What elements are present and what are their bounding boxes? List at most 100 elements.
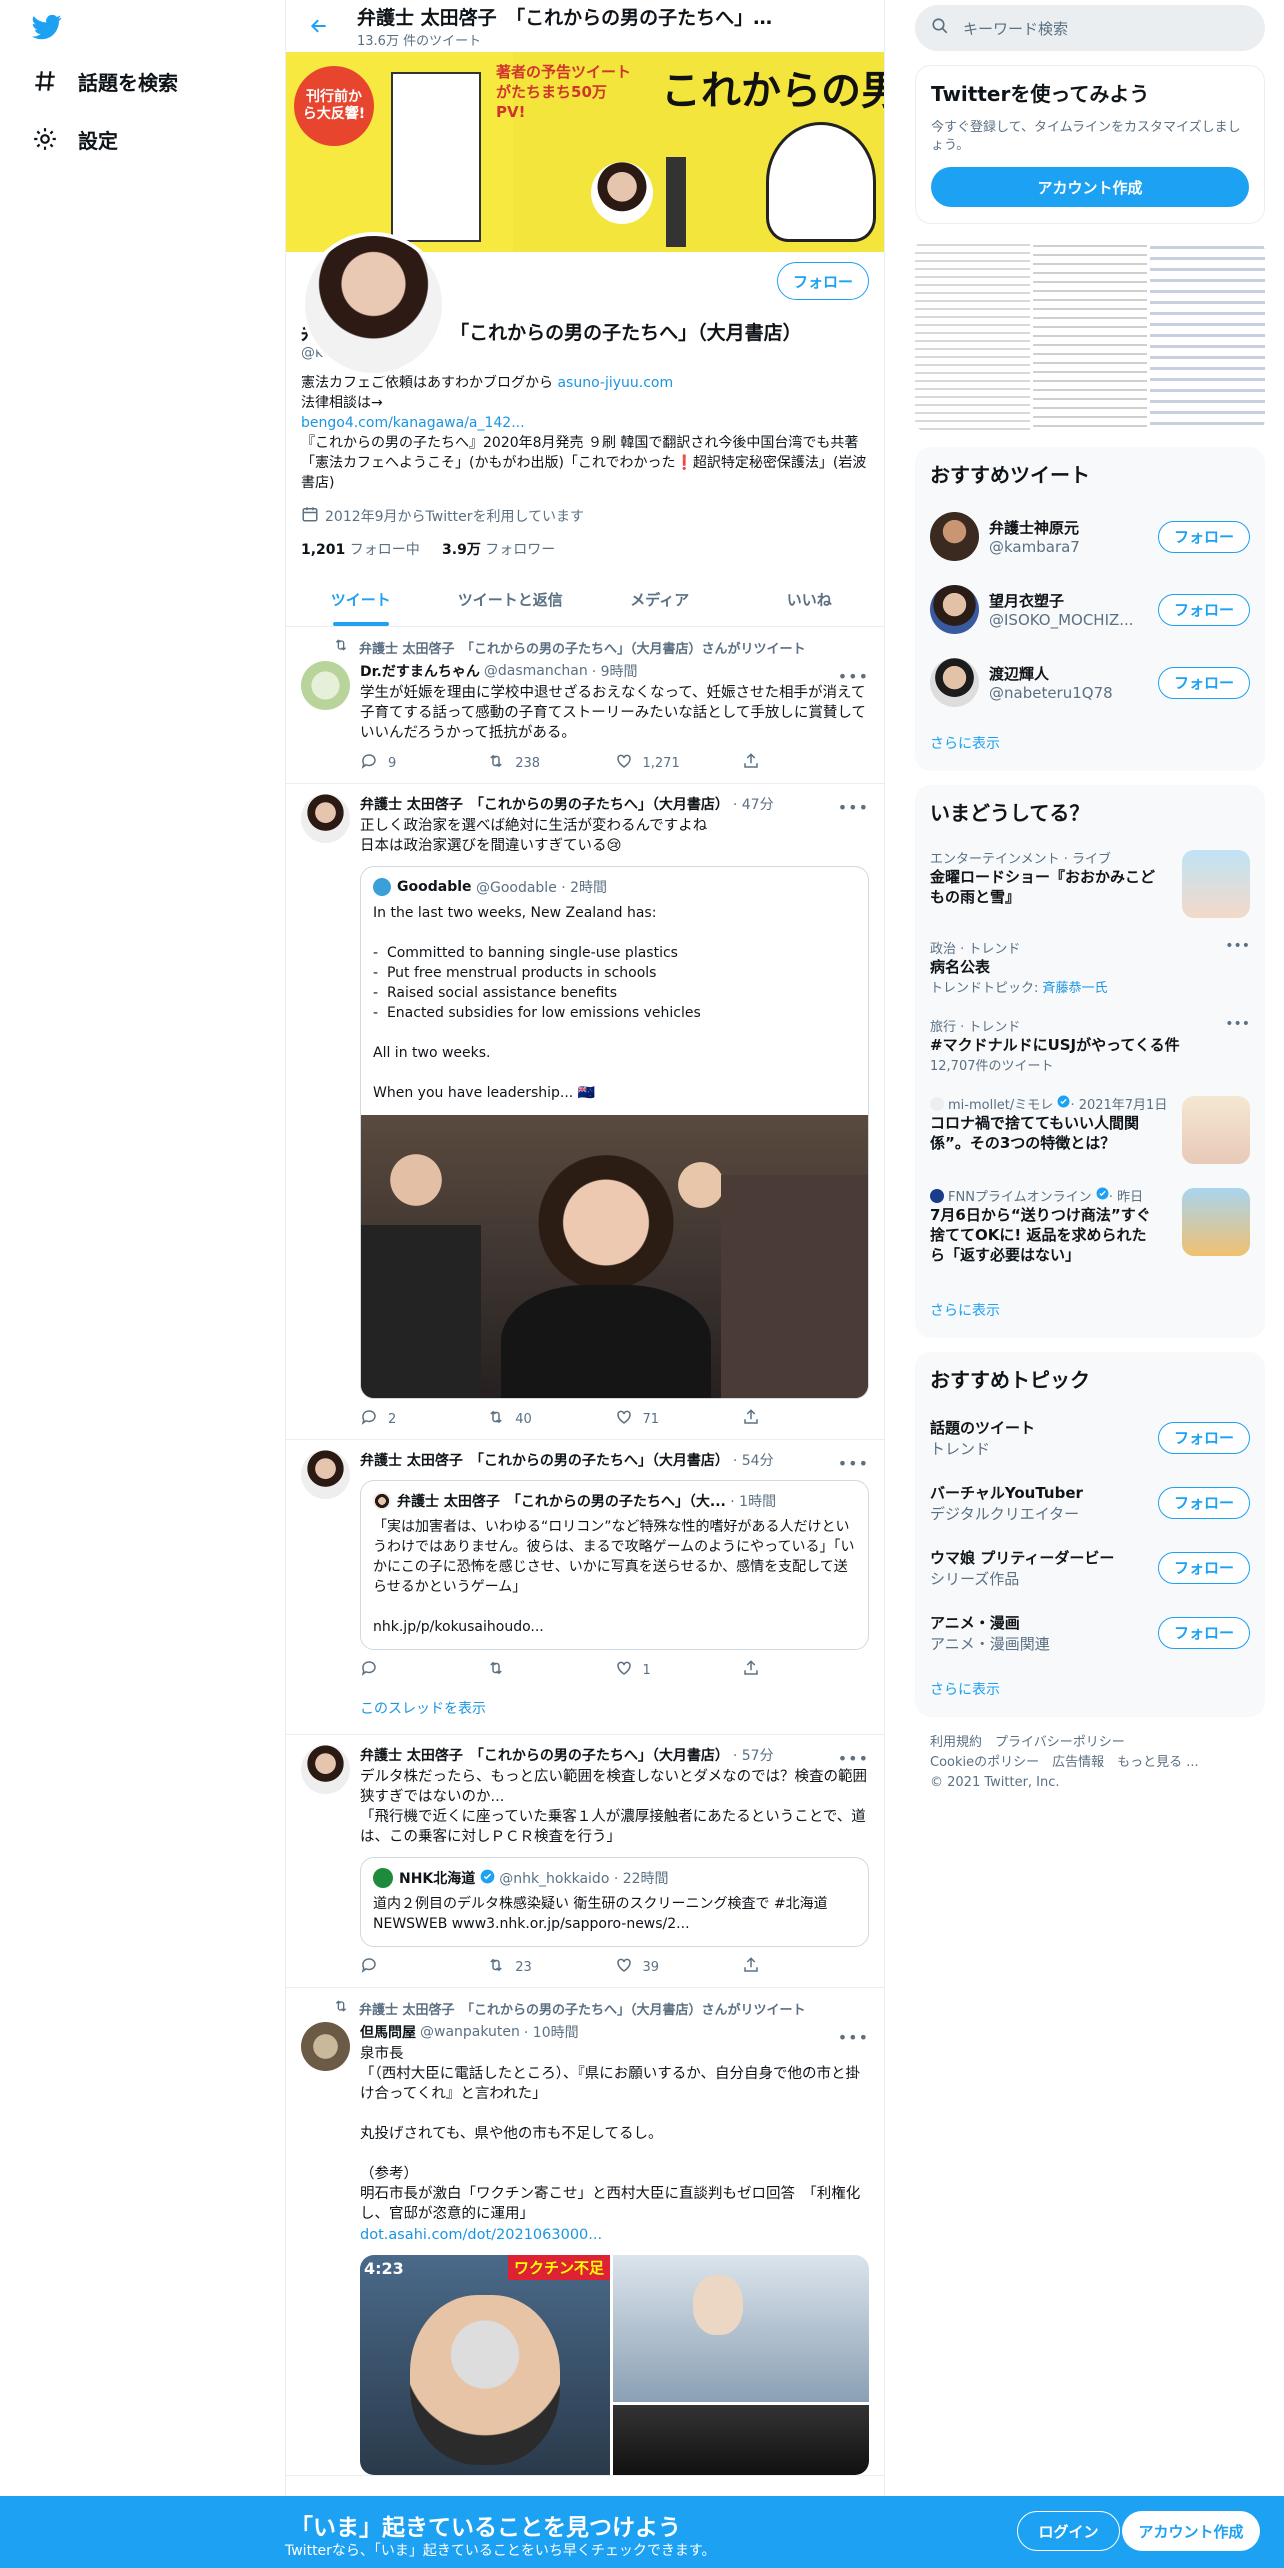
show-thread-link[interactable]: このスレッドを表示 (360, 1690, 869, 1734)
like-button[interactable]: 1,271 (615, 752, 742, 774)
tweet-time[interactable]: · 54分 (733, 1450, 774, 1470)
retweet-button[interactable]: 23 (487, 1956, 614, 1978)
tweet[interactable]: 弁護士 太田啓子 「これからの男の子たちへ」（大月書店）さんがリツイート •••… (286, 1988, 884, 2476)
following-link[interactable]: 1,201 フォロー中 (301, 542, 420, 558)
bio-link-bengo4[interactable]: bengo4.com/kanagawa/a_142... (301, 415, 525, 431)
follow-button[interactable]: フォロー (1158, 1551, 1250, 1584)
tab-tweets[interactable]: ツイート (286, 573, 436, 626)
media-thumbnail[interactable] (1032, 238, 1148, 433)
media-thumbnail[interactable] (915, 238, 1030, 433)
author-name[interactable]: 弁護士 太田啓子 「これからの男の子たちへ」（大月書店） (360, 1450, 729, 1470)
author-name[interactable]: 弁護士 太田啓子 「これからの男の子たちへ」（大月書店） (360, 1745, 729, 1765)
follow-button[interactable]: フォロー (1158, 1486, 1250, 1519)
more-icon[interactable]: ••• (1225, 938, 1250, 954)
trend-item[interactable]: FNNプライムオンライン · 昨日 7月6日から“送りつけ商法”すぐ捨ててOKに… (915, 1176, 1265, 1286)
tweet-link[interactable]: dot.asahi.com/dot/2021063000... (360, 2227, 602, 2243)
topic-item[interactable]: アニメ・漫画 アニメ・漫画関連 フォロー (915, 1600, 1265, 1665)
follow-button[interactable]: フォロー (1158, 1616, 1250, 1649)
trend-topic-link[interactable]: 斉藤恭一氏 (1043, 981, 1108, 996)
retweet-button[interactable]: 238 (487, 752, 614, 774)
recommended-user[interactable]: 弁護士神原元 @kambara7 フォロー (915, 500, 1265, 573)
like-button[interactable]: 1 (615, 1659, 742, 1681)
quote-photo[interactable] (361, 1115, 868, 1398)
share-button[interactable] (742, 752, 869, 774)
retweet-button[interactable]: 40 (487, 1408, 614, 1430)
author-handle[interactable]: @dasmanchan (484, 663, 588, 679)
retweet-button[interactable] (487, 1659, 614, 1681)
show-more-link[interactable]: さらに表示 (915, 1286, 1265, 1338)
search-input[interactable]: キーワード検索 (963, 18, 1068, 39)
tab-likes[interactable]: いいね (735, 573, 885, 626)
media-thumbnail[interactable] (1150, 238, 1265, 433)
topic-item[interactable]: 話題のツイート トレンド フォロー (915, 1405, 1265, 1470)
tab-tweets-replies[interactable]: ツイートと返信 (436, 573, 586, 626)
topic-item[interactable]: ウマ娘 プリティーダービー シリーズ作品 フォロー (915, 1535, 1265, 1600)
follow-button[interactable]: フォロー (777, 262, 869, 300)
topic-item[interactable]: バーチャルYouTuber デジタルクリエイター フォロー (915, 1470, 1265, 1535)
quoted-tweet[interactable]: Goodable @Goodable · 2時間 In the last two… (360, 866, 869, 1399)
tweet-time[interactable]: · 47分 (733, 794, 774, 814)
avatar[interactable] (930, 658, 979, 707)
tweet-photo[interactable]: 4:23 ワクチン不足 (360, 2255, 610, 2475)
tweet-time[interactable]: · 57分 (733, 1745, 774, 1765)
more-icon[interactable]: ••• (838, 667, 869, 686)
trend-item[interactable]: エンターテインメント · ライブ 金曜ロードショー『おおかみこどもの雨と雪』 (915, 838, 1265, 928)
avatar[interactable] (301, 661, 350, 710)
followers-link[interactable]: 3.9万 フォロワー (442, 542, 555, 558)
tweet[interactable]: ••• 弁護士 太田啓子 「これからの男の子たちへ」（大月書店） · 54分 弁護… (286, 1440, 884, 1735)
reply-button[interactable] (360, 1659, 487, 1681)
like-button[interactable]: 71 (615, 1408, 742, 1430)
reply-button[interactable] (360, 1956, 487, 1978)
more-icon[interactable]: ••• (1225, 1016, 1250, 1032)
follow-button[interactable]: フォロー (1158, 666, 1250, 699)
profile-avatar[interactable] (301, 232, 446, 377)
nav-settings[interactable]: 設定 (30, 124, 118, 154)
avatar[interactable] (930, 585, 979, 634)
share-button[interactable] (742, 1956, 869, 1978)
footer-link[interactable]: Cookieのポリシー 広告情報 もっと見る ... (930, 1753, 1250, 1773)
bio-link-asuno[interactable]: asuno-jiyuu.com (557, 375, 673, 391)
tweet[interactable]: ••• 弁護士 太田啓子 「これからの男の子たちへ」（大月書店） · 47分 正し… (286, 784, 884, 1440)
tweet[interactable]: 弁護士 太田啓子 「これからの男の子たちへ」（大月書店）さんがリツイート •••… (286, 627, 884, 784)
follow-button[interactable]: フォロー (1158, 520, 1250, 553)
tab-media[interactable]: メディア (585, 573, 735, 626)
footer-link[interactable]: 利用規約 プライバシーポリシー (930, 1733, 1250, 1753)
author-name[interactable]: 但馬問屋 (360, 2022, 416, 2042)
trend-item[interactable]: 政治 · トレンド 病名公表 トレンドトピック: 斉藤恭一氏 ••• (915, 928, 1265, 1006)
tweet-photo[interactable] (613, 2405, 869, 2475)
author-name[interactable]: 弁護士 太田啓子 「これからの男の子たちへ」（大月書店） (360, 794, 729, 814)
avatar[interactable] (930, 512, 979, 561)
trend-item[interactable]: mi-mollet/ミモレ · 2021年7月1日 コロナ禍で捨ててもいい人間関… (915, 1084, 1265, 1176)
avatar[interactable] (301, 2022, 350, 2071)
recommended-user[interactable]: 渡辺輝人 @nabeteru1Q78 フォロー (915, 646, 1265, 719)
avatar[interactable] (301, 1450, 350, 1499)
more-icon[interactable]: ••• (838, 1749, 869, 1768)
share-button[interactable] (742, 1408, 869, 1430)
tweet-time[interactable]: · 10時間 (524, 2022, 579, 2042)
like-button[interactable]: 39 (615, 1956, 742, 1978)
quoted-tweet[interactable]: 弁護士 太田啓子 「これからの男の子たちへ」（大... · 1時間 「実は加害者… (360, 1480, 869, 1650)
nav-explore[interactable]: 話題を検索 (30, 66, 178, 96)
author-name[interactable]: Dr.だすまんちゃん (360, 661, 480, 681)
avatar[interactable] (301, 1745, 350, 1794)
share-button[interactable] (742, 1659, 869, 1681)
tweet-photo[interactable] (613, 2255, 869, 2402)
login-button[interactable]: ログイン (1017, 2511, 1120, 2551)
back-arrow-icon[interactable] (301, 8, 337, 44)
tweet[interactable]: ••• 弁護士 太田啓子 「これからの男の子たちへ」（大月書店） · 57分 デル… (286, 1735, 884, 1988)
profile-banner[interactable]: 刊行前から大反響! 著者の予告ツイートがたちまち50万PV! これからの男の子た… (286, 52, 884, 252)
avatar[interactable] (301, 794, 350, 843)
signup-button[interactable]: アカウント作成 (1122, 2511, 1260, 2551)
search-bar[interactable]: キーワード検索 (915, 5, 1265, 51)
follow-button[interactable]: フォロー (1158, 1421, 1250, 1454)
tweet-time[interactable]: · 9時間 (592, 661, 638, 681)
trend-item[interactable]: 旅行 · トレンド #マクドナルドにUSJがやってくる件 12,707件のツイー… (915, 1006, 1265, 1084)
more-icon[interactable]: ••• (838, 1454, 869, 1473)
author-handle[interactable]: @wanpakuten (420, 2024, 520, 2040)
quoted-tweet[interactable]: NHK北海道 @nhk_hokkaido · 22時間 道内２例目のデルタ株感染… (360, 1857, 869, 1947)
recommended-user[interactable]: 望月衣塑子 @ISOKO_MOCHIZ... フォロー (915, 573, 1265, 646)
follow-button[interactable]: フォロー (1158, 593, 1250, 626)
show-more-link[interactable]: さらに表示 (915, 1665, 1265, 1717)
more-icon[interactable]: ••• (838, 2028, 869, 2047)
reply-button[interactable]: 9 (360, 752, 487, 774)
